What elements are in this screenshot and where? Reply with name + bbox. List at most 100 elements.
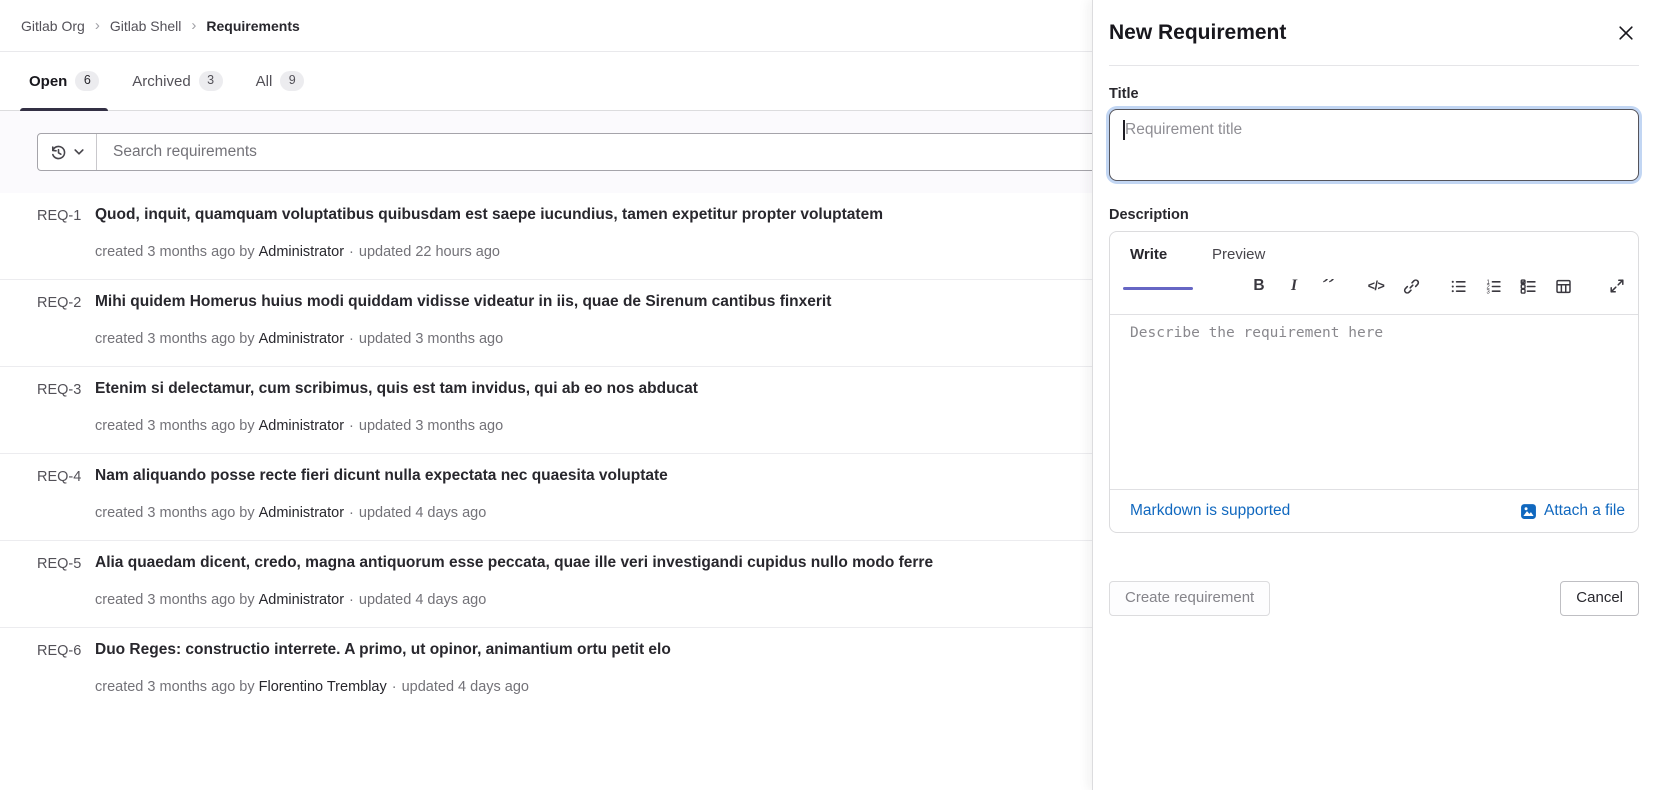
active-tab-indicator <box>1123 287 1193 290</box>
requirement-meta: created 3 months ago byAdministrator·upd… <box>95 244 500 260</box>
italic-button[interactable]: I <box>1283 274 1305 298</box>
close-icon <box>1619 26 1633 40</box>
drawer-actions: Create requirement Cancel <box>1109 581 1639 616</box>
author-link[interactable]: Administrator <box>259 244 344 260</box>
tab-all-label: All <box>256 73 273 90</box>
updated-text: updated 22 hours ago <box>359 244 500 260</box>
task-list-icon <box>1520 278 1537 295</box>
fullscreen-icon <box>1609 278 1625 294</box>
chevron-down-icon <box>74 148 84 156</box>
requirement-id: REQ-4 <box>37 469 81 485</box>
blockquote-button[interactable]: ” <box>1318 274 1340 298</box>
new-requirement-drawer: New Requirement Title Description Write … <box>1092 0 1663 790</box>
breadcrumb-current-page: Requirements <box>206 18 299 34</box>
table-icon <box>1555 278 1572 295</box>
meta-separator: · <box>349 331 354 347</box>
requirement-meta: created 3 months ago byAdministrator · upd… <box>95 505 486 521</box>
numbered-list-button[interactable]: 1 2 3 <box>1482 274 1504 298</box>
svg-text:3: 3 <box>1486 289 1490 295</box>
description-field-label: Description <box>1109 207 1639 223</box>
tab-open[interactable]: Open 6 <box>20 52 108 110</box>
created-text: created 3 months ago by <box>95 679 255 695</box>
created-text: created 3 months ago by <box>95 331 255 347</box>
created-text: created 3 months ago by <box>95 592 255 608</box>
tab-all-count-badge: 9 <box>280 71 304 91</box>
author-link[interactable]: Florentino Tremblay <box>259 679 387 695</box>
meta-separator: · <box>349 418 354 434</box>
updated-text: updated 4 days ago <box>359 505 486 521</box>
chevron-right-icon: › <box>95 18 100 33</box>
requirement-title-link[interactable]: Quod, inquit, quamquam voluptatibus quib… <box>95 206 883 224</box>
bulleted-list-icon <box>1450 278 1467 295</box>
bold-icon: B <box>1253 277 1264 295</box>
fullscreen-button[interactable] <box>1606 274 1628 298</box>
quote-icon: ” <box>1322 279 1336 293</box>
link-button[interactable] <box>1400 274 1422 298</box>
text-cursor <box>1123 120 1125 140</box>
created-text: created 3 months ago by <box>95 505 255 521</box>
attach-file-label: Attach a file <box>1544 502 1625 520</box>
tab-preview[interactable]: Preview <box>1212 246 1265 263</box>
bulleted-list-button[interactable] <box>1447 274 1469 298</box>
table-button[interactable] <box>1552 274 1574 298</box>
breadcrumb-project-link[interactable]: Gitlab Shell <box>110 18 182 34</box>
requirement-description-input[interactable] <box>1110 315 1638 490</box>
meta-separator: · <box>392 679 397 695</box>
created-text: created 3 months ago by <box>95 418 255 434</box>
task-list-button[interactable] <box>1517 274 1539 298</box>
drawer-title: New Requirement <box>1109 21 1286 45</box>
tab-archived[interactable]: Archived 3 <box>123 52 231 110</box>
requirement-title-link[interactable]: Mihi quidem Homerus huius modi quiddam v… <box>95 293 831 311</box>
requirement-title-link[interactable]: Alia quaedam dicent, credo, magna antiqu… <box>95 554 933 572</box>
italic-icon: I <box>1291 277 1297 295</box>
title-field <box>1109 109 1639 181</box>
drawer-header: New Requirement <box>1109 0 1639 66</box>
updated-text: updated 4 days ago <box>359 592 486 608</box>
tab-write[interactable]: Write <box>1130 246 1167 263</box>
requirement-meta: created 3 months ago byAdministrator · upd… <box>95 592 486 608</box>
chevron-right-icon: › <box>191 18 196 33</box>
breadcrumb-group-link[interactable]: Gitlab Org <box>21 18 85 34</box>
requirement-title-link[interactable]: Nam aliquando posse recte fieri dicunt n… <box>95 467 668 485</box>
requirement-id: REQ-5 <box>37 556 81 572</box>
create-requirement-button[interactable]: Create requirement <box>1109 581 1270 616</box>
updated-text: updated 4 days ago <box>402 679 529 695</box>
link-icon <box>1403 278 1420 295</box>
requirement-title-input[interactable] <box>1109 109 1639 181</box>
markdown-editor-header: Write Preview B I ” </> <box>1110 232 1638 315</box>
cancel-button[interactable]: Cancel <box>1560 581 1639 616</box>
history-icon <box>50 144 67 161</box>
markdown-supported-link[interactable]: Markdown is supported <box>1130 502 1290 520</box>
author-link[interactable]: Administrator <box>259 592 344 608</box>
requirement-id: REQ-1 <box>37 208 81 224</box>
requirement-title-link[interactable]: Etenim si delectamur, cum scribimus, qui… <box>95 380 698 398</box>
meta-separator: · <box>349 244 354 260</box>
meta-separator: · <box>349 505 354 521</box>
updated-text: updated 3 months ago <box>359 331 503 347</box>
code-button[interactable]: </> <box>1365 274 1387 298</box>
markdown-editor-footer: Markdown is supported Attach a file <box>1110 489 1638 532</box>
requirement-meta: created 3 months ago byAdministrator · upd… <box>95 331 503 347</box>
bold-button[interactable]: B <box>1248 274 1270 298</box>
numbered-list-icon: 1 2 3 <box>1485 278 1502 295</box>
updated-text: updated 3 months ago <box>359 418 503 434</box>
requirement-meta: created 3 months ago byFlorentino Trembl… <box>95 679 529 695</box>
title-field-label: Title <box>1109 86 1639 102</box>
author-link[interactable]: Administrator <box>259 331 344 347</box>
tab-all[interactable]: All 9 <box>247 52 314 110</box>
author-link[interactable]: Administrator <box>259 418 344 434</box>
attach-file-button[interactable]: Attach a file <box>1520 502 1625 520</box>
requirement-meta: created 3 months ago byAdministrator · upd… <box>95 418 503 434</box>
meta-separator: · <box>349 592 354 608</box>
close-button[interactable] <box>1613 20 1639 46</box>
tab-archived-count-badge: 3 <box>199 71 223 91</box>
markdown-editor: Write Preview B I ” </> <box>1109 231 1639 533</box>
attach-image-icon <box>1520 503 1537 520</box>
author-link[interactable]: Administrator <box>259 505 344 521</box>
requirement-id: REQ-2 <box>37 295 81 311</box>
code-icon: </> <box>1368 279 1385 293</box>
requirement-title-link[interactable]: Duo Reges: constructio interrete. A prim… <box>95 641 671 659</box>
recent-searches-button[interactable] <box>38 134 97 170</box>
requirement-id: REQ-3 <box>37 382 81 398</box>
markdown-editor-body <box>1110 315 1638 490</box>
